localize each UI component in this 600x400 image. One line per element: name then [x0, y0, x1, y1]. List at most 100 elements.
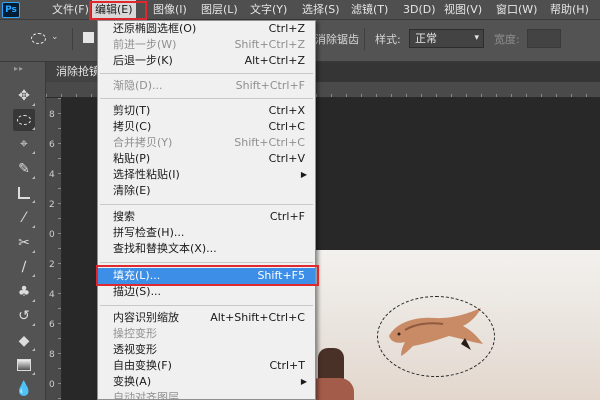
menu-item-search[interactable]: 搜索 Ctrl+F [98, 209, 315, 225]
eraser-icon[interactable]: ◆ [13, 330, 35, 352]
menu-item-copy-merged[interactable]: 合并拷贝(Y) Shift+Ctrl+C [98, 135, 315, 151]
menu-item-clear[interactable]: 清除(E) [98, 183, 315, 199]
menu-item-label: 拼写检查(H)... [113, 226, 185, 239]
divider [72, 28, 73, 50]
menu-item-step-backward[interactable]: 后退一步(K) Alt+Ctrl+Z [98, 53, 315, 69]
menu-item-content-aware-scale[interactable]: 内容识别缩放 Alt+Shift+Ctrl+C [98, 310, 315, 326]
menu-item-stroke[interactable]: 描边(S)... [98, 284, 315, 300]
menu-item-shortcut: Alt+Shift+Ctrl+C [210, 311, 305, 324]
menu-item-step-forward[interactable]: 前进一步(W) Shift+Ctrl+Z [98, 37, 315, 53]
menu-item-label: 还原椭圆选框(O) [113, 22, 197, 35]
menu-item-cut[interactable]: 剪切(T) Ctrl+X [98, 103, 315, 119]
menu-item-shortcut: Ctrl+C [268, 120, 305, 133]
menu-item-find-replace[interactable]: 查找和替换文本(X)... [98, 241, 315, 257]
width-label: 宽度: [494, 33, 520, 46]
menu-item-shortcut: Ctrl+V [268, 152, 305, 165]
marquee-selection [377, 296, 495, 377]
menu-separator [100, 204, 313, 205]
menu-item-label: 渐隐(D)... [113, 79, 163, 92]
menu-image[interactable]: 图像(I) [153, 0, 187, 20]
menu-item-shortcut: Ctrl+F [269, 210, 305, 223]
ruler-number: 2 [49, 200, 55, 210]
menu-item-label: 拷贝(C) [113, 120, 152, 133]
menu-separator [100, 305, 313, 306]
menu-view[interactable]: 视图(V) [444, 0, 482, 20]
menu-item-label: 清除(E) [113, 184, 151, 197]
crop-icon[interactable] [13, 182, 35, 204]
menu-item-shortcut: Alt+Ctrl+Z [244, 54, 305, 67]
ruler-number: 4 [49, 170, 55, 180]
menu-item-spell-check[interactable]: 拼写检查(H)... [98, 225, 315, 241]
ruler-number: 6 [49, 140, 55, 150]
menu-item-shortcut: Ctrl+Z [268, 22, 305, 35]
menu-item-shortcut: Shift+Ctrl+F [235, 79, 305, 92]
clone-stamp-icon[interactable]: ♣ [13, 281, 35, 303]
style-label: 样式: [375, 33, 401, 46]
menu-filter[interactable]: 滤镜(T) [351, 0, 388, 20]
antialias-checkbox-label[interactable]: 消除锯齿 [315, 31, 359, 47]
menu-item-label: 选择性粘贴(I) [113, 168, 180, 181]
menu-item-shortcut: Shift+Ctrl+C [234, 136, 305, 149]
fill-item-annotation-box [96, 265, 319, 286]
menu-item-label: 自由变换(F) [113, 359, 172, 372]
healing-brush-icon[interactable]: ✎ [13, 158, 35, 180]
ruler-number: 8 [49, 110, 55, 120]
brush-icon[interactable]: ∕ [13, 256, 35, 278]
menu-item-undo-ellipse[interactable]: 还原椭圆选框(O) Ctrl+Z [98, 21, 315, 37]
menu-item-label: 描边(S)... [113, 285, 162, 298]
ruler-number: 8 [49, 350, 55, 360]
gradient-icon[interactable] [13, 354, 35, 376]
menu-item-perspective-warp[interactable]: 透视变形 [98, 342, 315, 358]
submenu-arrow-icon: ▶ [300, 170, 307, 179]
elliptical-marquee-icon[interactable] [13, 109, 35, 131]
divider [364, 28, 365, 50]
menu-item-fade[interactable]: 渐隐(D)... Shift+Ctrl+F [98, 78, 315, 94]
ruler-number: 0 [49, 230, 55, 240]
ruler-number: 4 [49, 290, 55, 300]
style-select-value: 正常 [415, 32, 437, 45]
menu-item-free-transform[interactable]: 自由变换(F) Ctrl+T [98, 358, 315, 374]
menu-item-transform[interactable]: 变换(A) ▶ [98, 374, 315, 390]
chevron-down-icon: ▾ [474, 33, 479, 43]
menu-layer[interactable]: 图层(L) [201, 0, 238, 20]
elliptical-marquee-preset-icon[interactable] [31, 33, 46, 44]
menu-item-shortcut: Ctrl+X [268, 104, 305, 117]
ruler-number: 6 [49, 320, 55, 330]
menu-select[interactable]: 选择(S) [302, 0, 340, 20]
eyedropper-icon[interactable]: ⁄ [13, 207, 35, 229]
edit-menu-annotation-box [89, 1, 147, 20]
quick-select-icon[interactable]: ⌖ [13, 133, 35, 155]
panel-grip-icon[interactable]: ▸▸ [14, 64, 24, 73]
menu-item-label: 操控变形 [113, 327, 157, 340]
menu-item-label: 合并拷贝(Y) [113, 136, 173, 149]
menu-item-puppet-warp[interactable]: 操控变形 [98, 326, 315, 342]
menu-item-label: 变换(A) [113, 375, 152, 388]
ruler-number: 0 [49, 380, 55, 390]
menu-item-paste-special[interactable]: 选择性粘贴(I) ▶ [98, 167, 315, 183]
menu-item-shortcut: Ctrl+T [269, 359, 305, 372]
blur-icon[interactable]: 💧 [13, 378, 35, 400]
menu-window[interactable]: 窗口(W) [496, 0, 537, 20]
new-selection-icon[interactable] [83, 32, 94, 43]
menu-type[interactable]: 文字(Y) [250, 0, 287, 20]
menu-item-copy[interactable]: 拷贝(C) Ctrl+C [98, 119, 315, 135]
menu-3d[interactable]: 3D(D) [403, 0, 436, 20]
menu-item-shortcut: Shift+Ctrl+Z [234, 38, 305, 51]
move-icon[interactable]: ✥ [13, 85, 35, 107]
history-brush-icon[interactable]: ↺ [13, 305, 35, 327]
menu-item-label: 内容识别缩放 [113, 311, 179, 324]
style-select[interactable]: 正常 ▾ [409, 29, 484, 48]
chevron-down-icon[interactable]: ⌄ [51, 32, 59, 42]
width-input[interactable] [527, 29, 561, 48]
menu-separator [100, 98, 313, 99]
patch-icon[interactable]: ✂ [13, 232, 35, 254]
menu-file[interactable]: 文件(F) [52, 0, 89, 20]
menu-item-label: 剪切(T) [113, 104, 151, 117]
menu-item-auto-align-layers[interactable]: 自动对齐图层 [98, 390, 315, 399]
ruler-number: 2 [49, 260, 55, 270]
menu-item-label: 后退一步(K) [113, 54, 173, 67]
menu-help[interactable]: 帮助(H) [550, 0, 589, 20]
menu-item-paste[interactable]: 粘贴(P) Ctrl+V [98, 151, 315, 167]
menu-item-label: 前进一步(W) [113, 38, 177, 51]
menu-item-label: 粘贴(P) [113, 152, 151, 165]
